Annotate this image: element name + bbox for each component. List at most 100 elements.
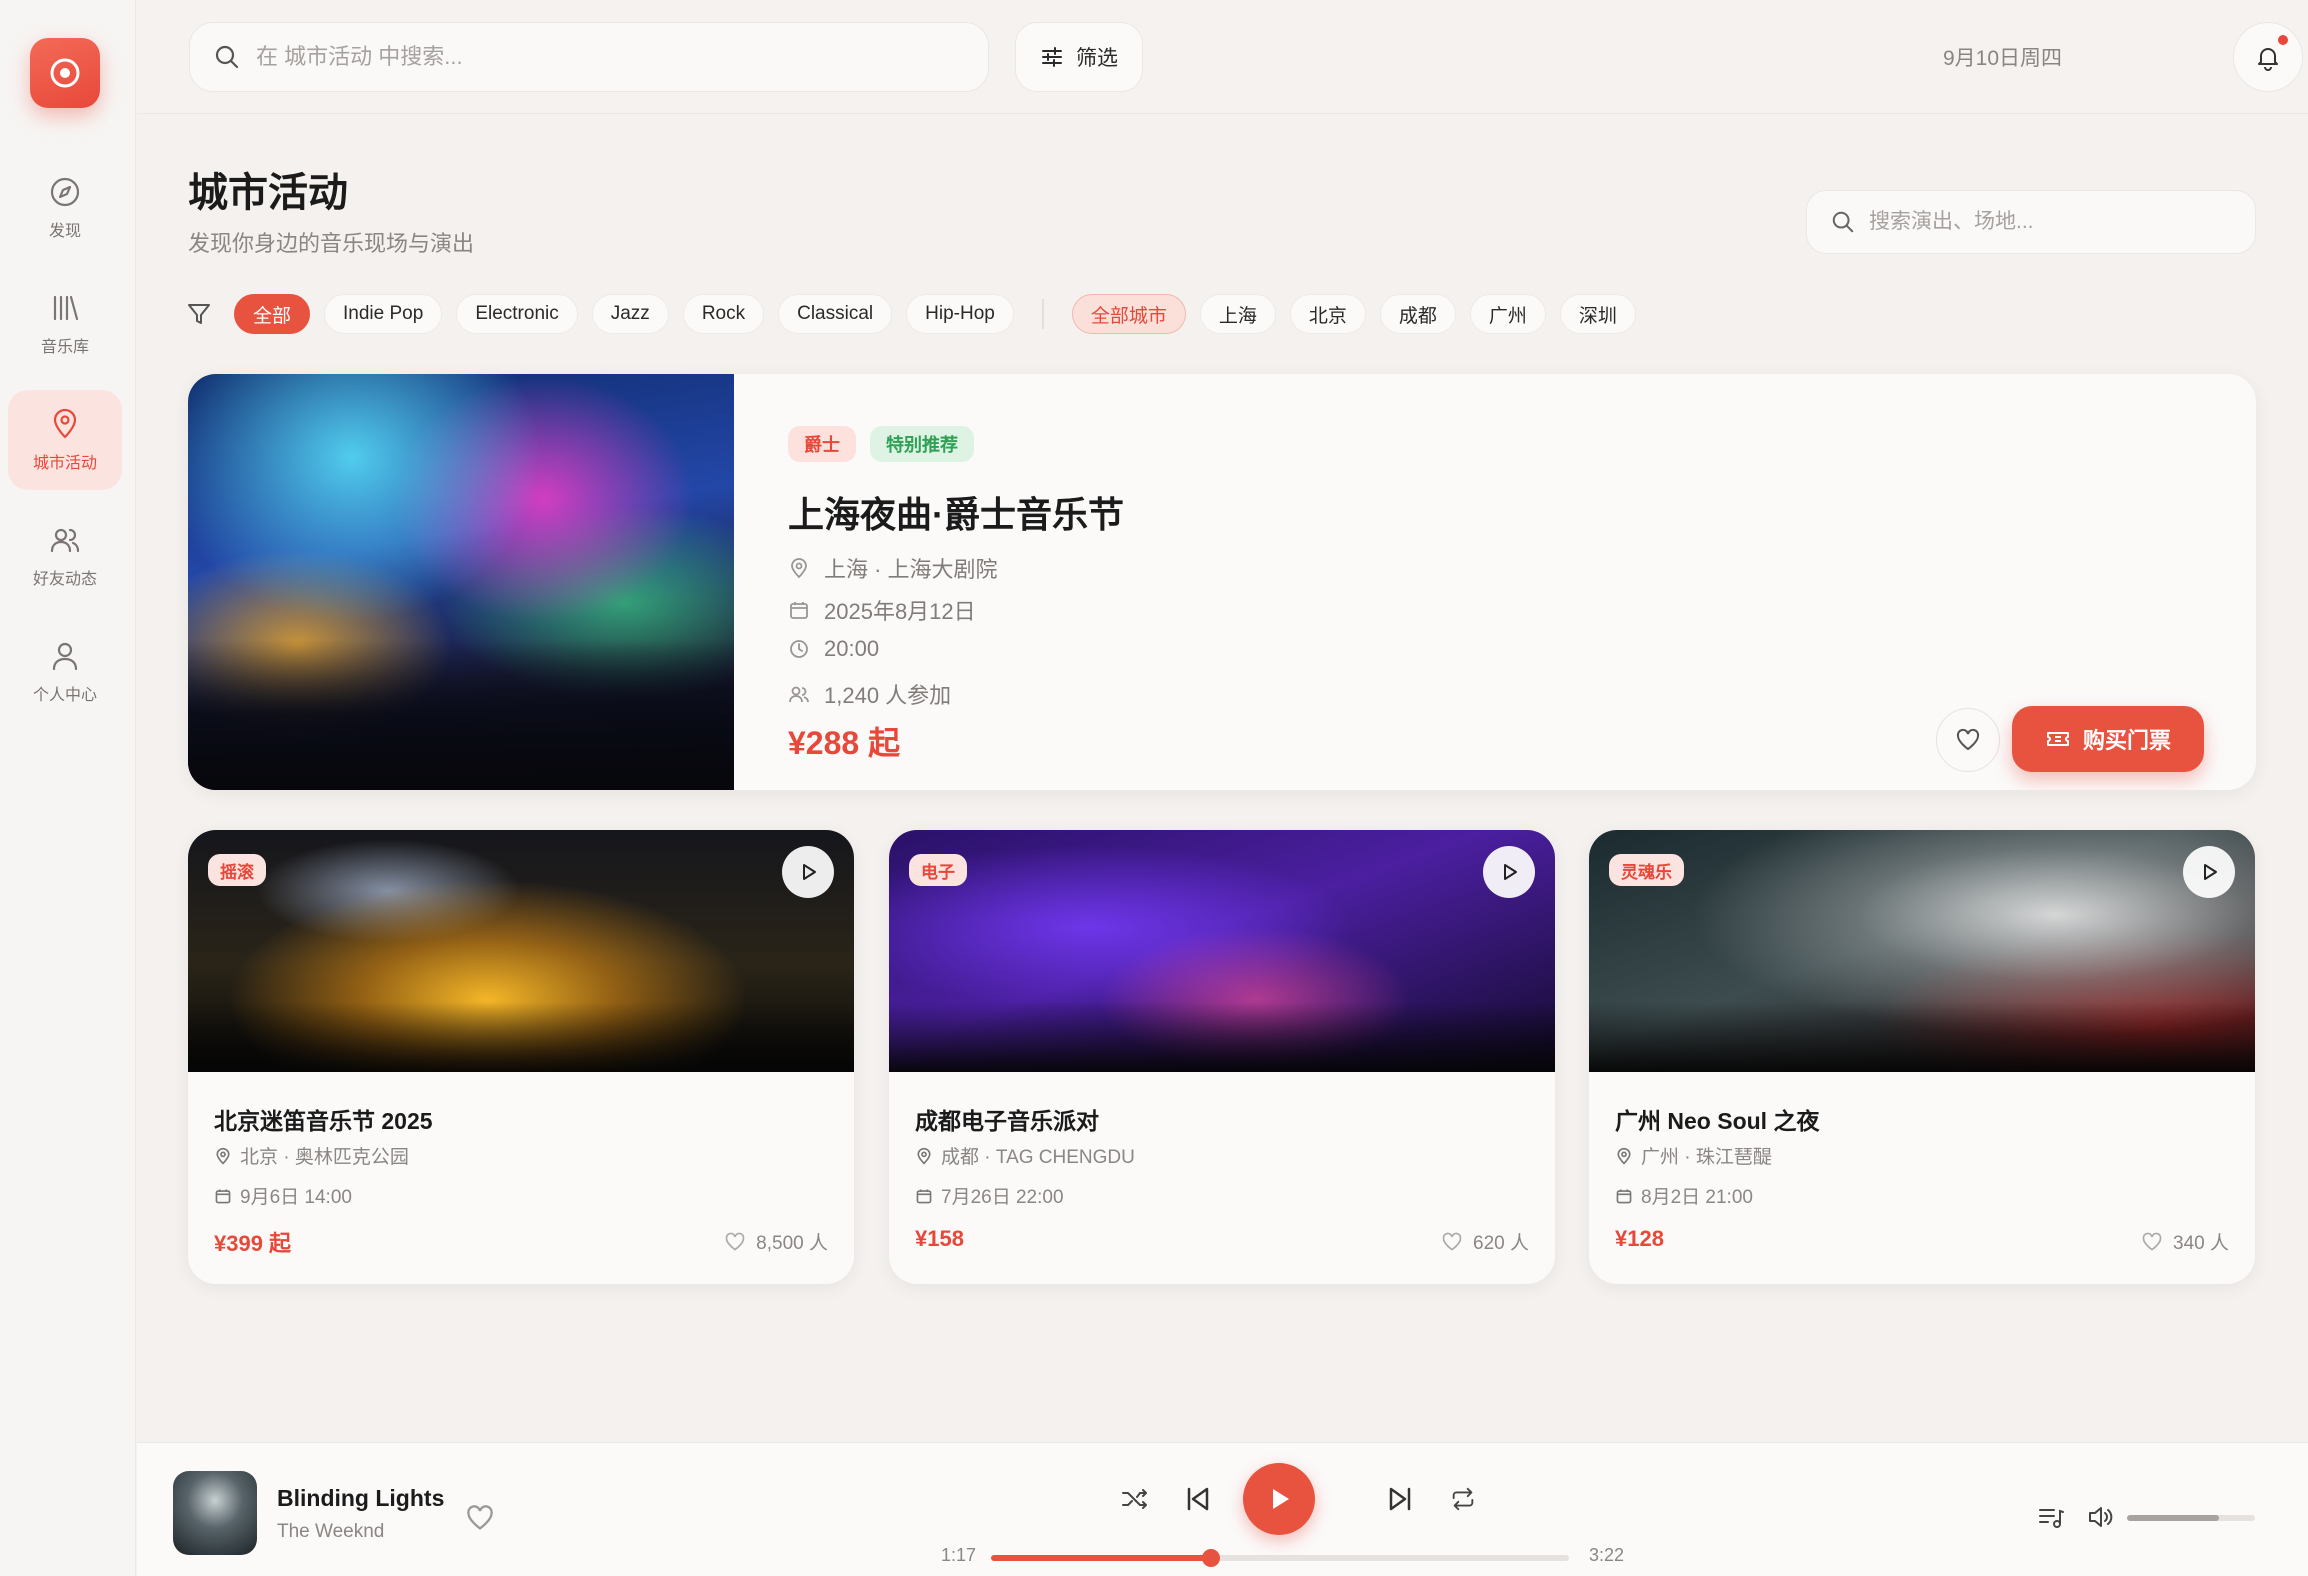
global-search-input[interactable] bbox=[256, 44, 856, 70]
notifications-button[interactable] bbox=[2233, 22, 2303, 92]
like-song-button[interactable] bbox=[465, 1503, 495, 1538]
sidebar-item-discover[interactable]: 发现 bbox=[8, 158, 122, 258]
next-button[interactable] bbox=[1381, 1479, 1421, 1519]
song-artist: The Weeknd bbox=[277, 1521, 385, 1542]
repeat-icon bbox=[1452, 1487, 1474, 1511]
compass-icon bbox=[50, 177, 80, 207]
event-search[interactable] bbox=[1806, 190, 2256, 254]
event-card[interactable]: 灵魂乐 广州 Neo Soul 之夜 广州 · 珠江琶醍 8月2日 21:00 … bbox=[1589, 830, 2255, 1284]
ticket-icon bbox=[2046, 732, 2069, 746]
bell-icon bbox=[2258, 48, 2278, 71]
buy-ticket-label: 购买门票 bbox=[2082, 728, 2171, 753]
event-card[interactable]: 摇滚 北京迷笛音乐节 2025 北京 · 奥林匹克公园 9月6日 14:00 ¥… bbox=[188, 830, 854, 1284]
genre-chip-all[interactable]: 全部 bbox=[234, 294, 311, 334]
city-chip-shenzhen[interactable]: 深圳 bbox=[1559, 294, 1636, 334]
user-icon bbox=[52, 642, 78, 671]
queue-button[interactable] bbox=[2031, 1497, 2071, 1537]
event-title: 广州 Neo Soul 之夜 bbox=[1615, 1108, 1820, 1134]
progress-fill bbox=[991, 1555, 1211, 1561]
page-subtitle: 发现你身边的音乐现场与演出 bbox=[188, 231, 475, 256]
sidebar-item-profile[interactable]: 个人中心 bbox=[8, 622, 122, 722]
featured-date: 2025年8月12日 bbox=[788, 594, 976, 626]
progress-bar[interactable] bbox=[991, 1549, 1569, 1567]
city-chip-all[interactable]: 全部城市 bbox=[1071, 294, 1186, 334]
calendar-icon bbox=[790, 602, 808, 619]
event-title: 北京迷笛音乐节 2025 bbox=[214, 1108, 433, 1134]
preview-play-button[interactable] bbox=[782, 846, 834, 898]
volume-fill bbox=[2127, 1515, 2220, 1521]
filter-button[interactable]: 筛选 bbox=[1015, 22, 1143, 92]
sidebar-item-library[interactable]: 音乐库 bbox=[8, 274, 122, 374]
event-card[interactable]: 电子 成都电子音乐派对 成都 · TAG CHENGDU 7月26日 22:00… bbox=[889, 830, 1555, 1284]
previous-button[interactable] bbox=[1177, 1479, 1217, 1519]
event-price: ¥158 bbox=[915, 1226, 964, 1251]
genre-chip-indie-pop[interactable]: Indie Pop bbox=[324, 294, 443, 334]
volume-icon bbox=[2089, 1507, 2113, 1527]
genre-chip-jazz[interactable]: Jazz bbox=[591, 294, 669, 334]
city-chip-beijing[interactable]: 北京 bbox=[1289, 294, 1366, 334]
heart-icon bbox=[2142, 1232, 2162, 1251]
friends-icon bbox=[50, 528, 80, 553]
sidebar-item-label: 发现 bbox=[48, 223, 81, 240]
global-search[interactable] bbox=[189, 22, 989, 92]
featured-attendees: 1,240 人参加 bbox=[788, 678, 951, 710]
genre-chip-rock[interactable]: Rock bbox=[682, 294, 765, 334]
play-icon bbox=[1273, 1489, 1289, 1509]
heart-icon bbox=[725, 1232, 745, 1251]
record-icon bbox=[50, 58, 80, 88]
page-title: 城市活动 bbox=[188, 171, 348, 215]
buy-ticket-button[interactable]: 购买门票 bbox=[2012, 706, 2204, 772]
preview-play-button[interactable] bbox=[1483, 846, 1535, 898]
location-pin-icon bbox=[791, 558, 807, 579]
app-logo[interactable] bbox=[30, 38, 100, 108]
genre-chip-electronic[interactable]: Electronic bbox=[456, 294, 578, 334]
interest-count[interactable]: 340 人 bbox=[2141, 1228, 2229, 1255]
repeat-button[interactable] bbox=[1443, 1479, 1483, 1519]
event-datetime: 8月2日 21:00 bbox=[1615, 1182, 1753, 1209]
shuffle-button[interactable] bbox=[1115, 1479, 1155, 1519]
event-price: ¥128 bbox=[1615, 1226, 1664, 1251]
progress-handle[interactable] bbox=[1201, 1549, 1220, 1567]
queue-icon bbox=[2039, 1509, 2064, 1528]
calendar-icon bbox=[1616, 1188, 1632, 1203]
skip-back-icon bbox=[1187, 1487, 1209, 1511]
dj-deck-shadow bbox=[889, 1002, 1555, 1072]
performer-shadow bbox=[1589, 1002, 2255, 1072]
city-chip-chengdu[interactable]: 成都 bbox=[1379, 294, 1456, 334]
genre-tag: 摇滚 bbox=[208, 854, 266, 886]
volume-slider[interactable] bbox=[2127, 1515, 2255, 1521]
event-location: 成都 · TAG CHENGDU bbox=[915, 1142, 1135, 1169]
event-datetime-text: 7月26日 22:00 bbox=[941, 1187, 1064, 1208]
event-location-text: 成都 · TAG CHENGDU bbox=[941, 1147, 1135, 1168]
featured-time: 20:00 bbox=[788, 636, 879, 662]
featured-event-card[interactable]: 爵士 特别推荐 上海夜曲·爵士音乐节 上海 · 上海大剧院 2025年8月12日… bbox=[188, 374, 2256, 790]
sidebar-item-city-events[interactable]: 城市活动 bbox=[8, 390, 122, 490]
sidebar-item-friends[interactable]: 好友动态 bbox=[8, 506, 122, 606]
favorite-button[interactable] bbox=[1936, 708, 2000, 772]
skip-forward-icon bbox=[1389, 1487, 1411, 1511]
interest-count[interactable]: 620 人 bbox=[1441, 1228, 1529, 1255]
genre-tag: 电子 bbox=[909, 854, 967, 886]
preview-play-button[interactable] bbox=[2183, 846, 2235, 898]
search-icon bbox=[1832, 211, 1854, 233]
event-datetime: 9月6日 14:00 bbox=[214, 1182, 352, 1209]
heart-icon bbox=[467, 1505, 493, 1530]
featured-location: 上海 · 上海大剧院 bbox=[788, 552, 998, 584]
album-art[interactable] bbox=[173, 1471, 257, 1555]
notification-dot bbox=[2278, 35, 2288, 45]
play-button[interactable] bbox=[1243, 1463, 1315, 1535]
volume-button[interactable] bbox=[2081, 1497, 2121, 1537]
interest-count[interactable]: 8,500 人 bbox=[724, 1228, 828, 1255]
music-player: Blinding Lights The Weeknd 1:17 3:22 bbox=[137, 1442, 2308, 1576]
current-date: 9月10日周四 bbox=[1943, 47, 2063, 70]
city-chip-shanghai[interactable]: 上海 bbox=[1199, 294, 1276, 334]
sliders-icon bbox=[1042, 47, 1062, 67]
featured-location-text: 上海 · 上海大剧院 bbox=[824, 557, 998, 582]
city-chip-guangzhou[interactable]: 广州 bbox=[1469, 294, 1546, 334]
event-image bbox=[889, 830, 1555, 1072]
genre-chip-hip-hop[interactable]: Hip-Hop bbox=[906, 294, 1014, 334]
clock-icon bbox=[790, 640, 808, 658]
event-location: 北京 · 奥林匹克公园 bbox=[214, 1142, 409, 1169]
genre-chip-classical[interactable]: Classical bbox=[778, 294, 893, 334]
event-search-input[interactable] bbox=[1869, 210, 2229, 234]
